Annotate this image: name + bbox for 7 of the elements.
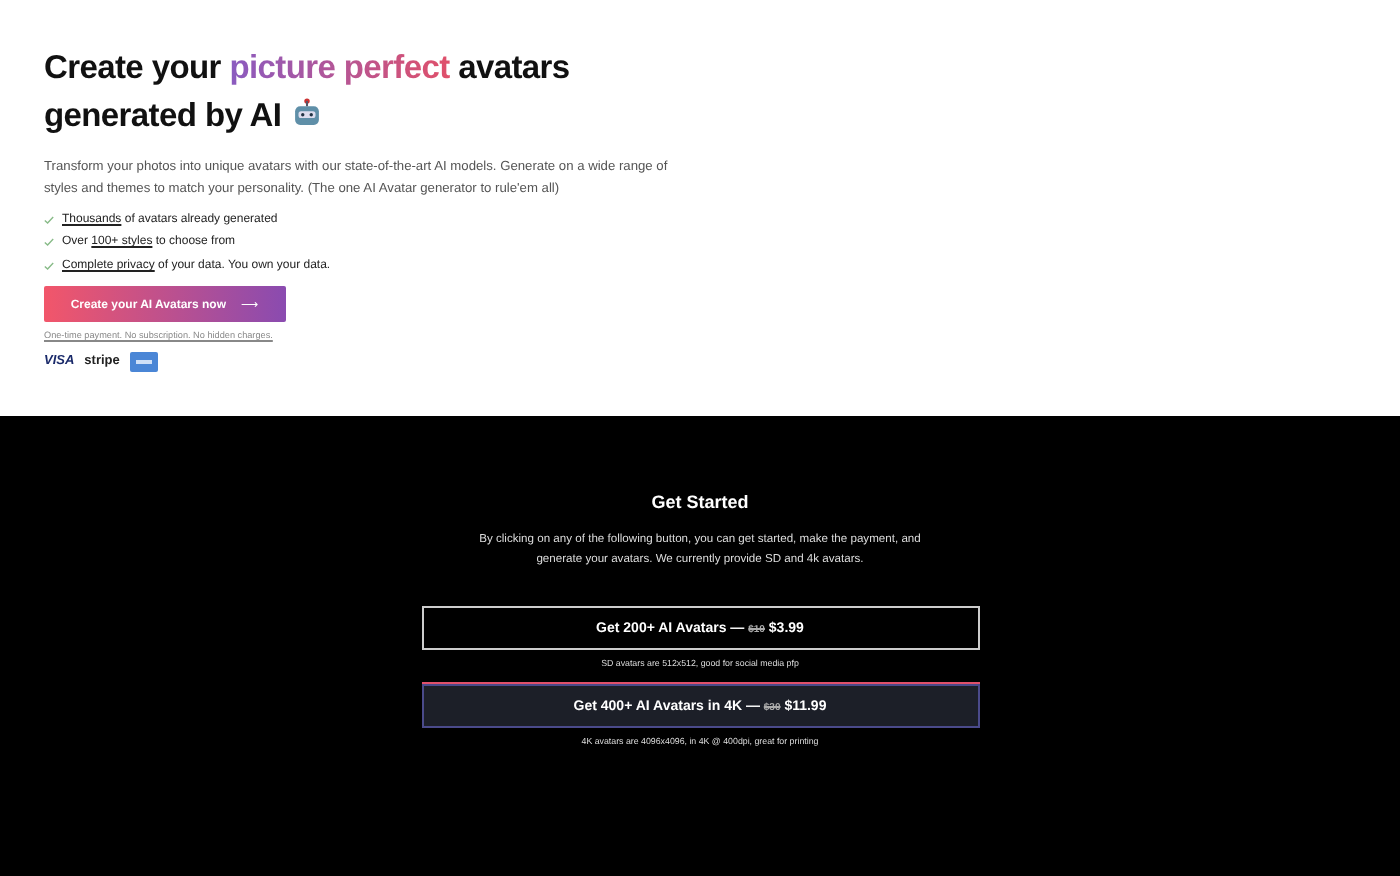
robot-icon (289, 96, 324, 130)
check-icon (44, 238, 54, 247)
headline: Create your picture perfect avatars generated by AI (44, 48, 572, 138)
check-icon (44, 215, 54, 224)
check-icon (44, 261, 54, 270)
card-icon (129, 351, 158, 371)
section-title: Get Started (651, 492, 749, 512)
